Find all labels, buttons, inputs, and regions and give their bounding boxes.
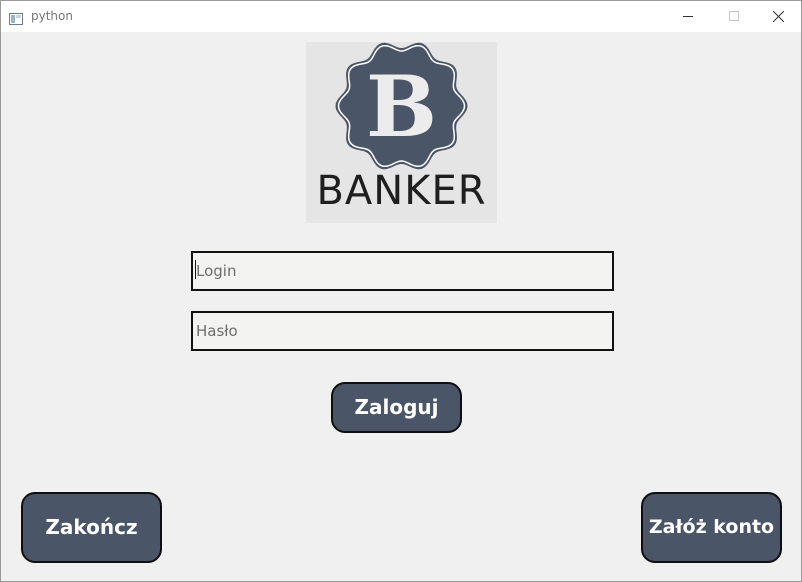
banker-logo: B BANKER (306, 42, 497, 223)
maximize-icon (729, 11, 739, 21)
window-title: python (31, 9, 73, 23)
login-button[interactable]: Zaloguj (331, 382, 462, 433)
register-button[interactable]: Załóż konto (641, 492, 782, 563)
login-input[interactable] (191, 251, 614, 291)
logo-text: BANKER (316, 168, 487, 214)
badge-icon: B (335, 42, 468, 170)
password-input[interactable] (191, 311, 614, 351)
minimize-button[interactable] (665, 1, 711, 32)
main-content: B BANKER Zaloguj Zakończ Załóż konto (1, 32, 801, 581)
title-bar[interactable]: python (1, 1, 801, 32)
text-caret (195, 260, 196, 279)
minimize-icon (683, 16, 693, 17)
close-button[interactable] (755, 1, 801, 32)
maximize-button[interactable] (711, 1, 757, 32)
exit-button[interactable]: Zakończ (21, 492, 162, 563)
badge-letter: B (366, 57, 437, 156)
python-app-icon (9, 10, 23, 25)
close-icon (773, 11, 784, 22)
app-window: python B BANKER Zaloguj (0, 0, 802, 582)
